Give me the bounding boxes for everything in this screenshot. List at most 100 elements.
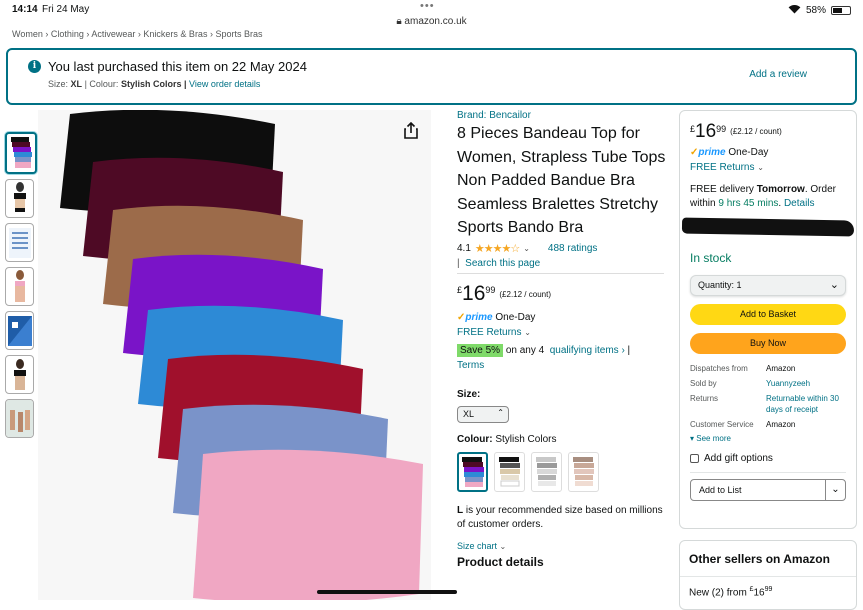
size-dropdown[interactable]: XL ⌃	[457, 405, 509, 423]
main-product-image[interactable]	[38, 110, 431, 600]
price-fraction: 99	[716, 124, 727, 134]
redacted-address	[681, 217, 855, 237]
thumbnail-item[interactable]	[5, 355, 34, 394]
colour-swatch[interactable]	[494, 451, 525, 492]
gift-label: Add gift options	[704, 453, 773, 464]
price-fraction: 99	[485, 284, 496, 295]
buy-box: £ 16 99 (£2.12 / count) ✓prime One-Day F…	[679, 110, 857, 529]
home-indicator[interactable]	[317, 590, 457, 594]
brand-link[interactable]: Brand: Bencailor	[457, 110, 667, 121]
free-returns-link[interactable]: FREE Returns ⌄	[457, 327, 667, 338]
status-time: 14:14	[12, 4, 38, 15]
delivery-day: Tomorrow	[756, 184, 805, 195]
chevron-down-icon: ⌄	[757, 163, 764, 172]
thumbnail-item[interactable]	[5, 223, 34, 262]
unit-price: (£2.12 / count)	[499, 289, 551, 299]
product-details: Brand: Bencailor 8 Pieces Bandeau Top fo…	[457, 110, 667, 569]
terms-link[interactable]: Terms	[457, 360, 484, 371]
breadcrumb-item[interactable]: Activewear	[91, 29, 135, 39]
chevron-down-icon[interactable]: ⌄	[523, 244, 530, 253]
colour-swatch[interactable]	[457, 451, 488, 492]
save-badge: Save 5%	[457, 343, 504, 357]
prime-badge: ✓prime One-Day	[690, 147, 846, 158]
size-recommendation: L is your recommended size based on mill…	[457, 504, 667, 532]
chevron-down-icon: ⌄	[829, 279, 839, 291]
free-returns-label: FREE Returns	[457, 326, 522, 338]
breadcrumb-item[interactable]: Clothing	[51, 29, 84, 39]
free-returns-label: FREE Returns	[690, 162, 755, 173]
status-bar: 14:14 Fri 24 May ••• 🔒︎ amazon.co.uk 58%	[0, 0, 863, 32]
size-label: Size:	[457, 388, 481, 400]
seller-info: Dispatches from Amazon Sold by Yuannyzee…	[690, 363, 846, 430]
seller-link[interactable]: Yuannyzeeh	[766, 378, 846, 389]
previous-purchase-notice: i You last purchased this item on 22 May…	[6, 48, 857, 105]
info-icon: i	[28, 60, 41, 73]
address-bar[interactable]: 🔒︎ amazon.co.uk	[0, 16, 863, 27]
prime-delivery: One-Day	[728, 147, 769, 158]
gift-checkbox[interactable]	[690, 454, 699, 463]
size-chart-label: Size chart	[457, 540, 498, 551]
prime-logo: prime	[698, 147, 726, 158]
battery-icon	[831, 6, 851, 15]
battery-percent: 58%	[805, 5, 826, 16]
thumbnail-item[interactable]	[5, 267, 34, 306]
share-icon[interactable]	[403, 121, 419, 145]
chevron-down-icon: ⌄	[524, 327, 531, 337]
size-value: XL	[463, 408, 475, 419]
qualifying-items-link[interactable]: qualifying items ›	[550, 345, 625, 356]
customer-service-value: Amazon	[766, 420, 796, 429]
new-offers-link[interactable]: New (2) from £1699	[689, 586, 847, 598]
colour-swatch[interactable]	[568, 451, 599, 492]
status-date: Fri 24 May	[42, 4, 90, 15]
unit-price: (£2.12 / count)	[730, 127, 782, 136]
view-order-details-link[interactable]: View order details	[189, 79, 260, 89]
returns-label: Returns	[690, 394, 719, 403]
thumbnail-item[interactable]	[5, 399, 34, 438]
divider	[457, 272, 664, 274]
add-to-list-button[interactable]: Add to List	[691, 480, 825, 500]
other-sellers-heading: Other sellers on Amazon	[689, 552, 830, 566]
gift-option[interactable]: Add gift options	[690, 453, 846, 464]
breadcrumb-item[interactable]: Women	[12, 29, 43, 39]
thumbnail-item[interactable]	[5, 311, 34, 350]
thumbnail-item[interactable]	[5, 132, 37, 174]
price-whole: 16	[753, 587, 765, 599]
product-details-heading: Product details	[457, 554, 544, 569]
delivery-countdown: 9 hrs 45 mins	[718, 198, 779, 209]
colour-row: Colour: Stylish Colors	[457, 434, 667, 445]
star-rating-icon[interactable]: ★★★★☆	[475, 242, 520, 255]
ratings-count-link[interactable]: 488 ratings	[548, 243, 597, 254]
thumbnail-item[interactable]	[5, 179, 34, 218]
add-to-basket-button[interactable]: Add to Basket	[690, 304, 846, 325]
returns-policy-link[interactable]: Returnable within 30 days of receipt	[766, 393, 846, 415]
buy-now-button[interactable]: Buy Now	[690, 333, 846, 354]
url-text: amazon.co.uk	[404, 16, 467, 27]
delivery-details-link[interactable]: Details	[784, 198, 815, 209]
see-more-link[interactable]: ▾ See more	[690, 434, 846, 443]
sold-by-label: Sold by	[690, 379, 717, 388]
save-text: on any 4	[505, 344, 545, 356]
search-page-link[interactable]: Search this page	[465, 258, 540, 269]
colour-swatches	[457, 451, 667, 492]
quantity-dropdown[interactable]: Quantity: 1 ⌄	[690, 275, 846, 296]
colour-swatch[interactable]	[531, 451, 562, 492]
chevron-down-icon: ⌄	[499, 541, 507, 551]
wifi-icon	[788, 4, 801, 17]
stock-status: In stock	[690, 251, 732, 265]
free-returns-link[interactable]: FREE Returns ⌄	[690, 162, 846, 173]
chevron-down-icon[interactable]: ⌄	[825, 480, 845, 500]
more-dots-icon[interactable]: •••	[420, 0, 435, 12]
add-review-link[interactable]: Add a review	[749, 69, 807, 80]
breadcrumb-item[interactable]: Knickers & Bras	[143, 29, 207, 39]
size-chart-link[interactable]: Size chart ⌄	[457, 541, 667, 551]
add-to-list-control: Add to List ⌄	[690, 479, 846, 501]
coupon-offer: Save 5% on any 4 qualifying items › | Te…	[457, 343, 631, 371]
prime-badge: ✓prime One-Day	[457, 312, 667, 323]
price-whole: 16	[695, 121, 717, 142]
bandeau-top-shape	[193, 449, 423, 600]
quantity-value: Quantity: 1	[698, 280, 742, 290]
breadcrumb-item[interactable]: Sports Bras	[215, 29, 262, 39]
product-title: 8 Pieces Bandeau Top for Women, Straples…	[457, 125, 666, 236]
prime-logo: prime	[465, 311, 493, 323]
price-fraction: 99	[764, 586, 773, 593]
